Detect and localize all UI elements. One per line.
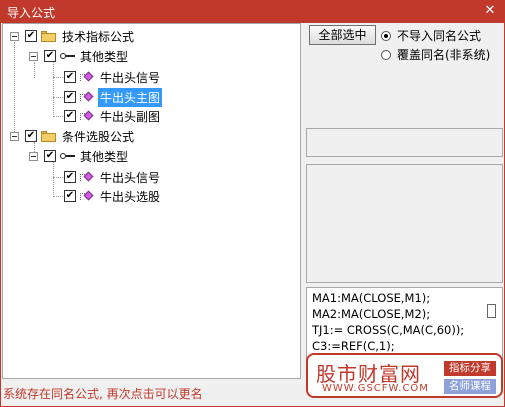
- code-line: TJ1:= CROSS(C,MA(C,60));: [312, 323, 465, 337]
- tree-node-other-types-2[interactable]: ✔ 其他类型: [29, 147, 130, 165]
- tree-label: 牛出头选股: [100, 189, 161, 204]
- close-icon[interactable]: ✕: [482, 3, 498, 19]
- tree-label: 牛出头信号: [100, 170, 161, 185]
- checkbox-stock-selection[interactable]: ✔: [25, 130, 37, 142]
- description-panel: [306, 164, 503, 283]
- name-field: [306, 128, 503, 157]
- tree-node-stock-selection[interactable]: ✔ 条件选股公式: [10, 127, 136, 145]
- checkbox-item[interactable]: ✔: [64, 171, 76, 183]
- checkbox-other-types-1[interactable]: ✔: [44, 50, 56, 62]
- watermark-tag-share: 指标分享: [444, 361, 496, 376]
- collapse-icon[interactable]: [29, 151, 38, 161]
- formula-icon: [80, 110, 94, 122]
- checkbox-item[interactable]: ✔: [64, 71, 76, 83]
- checkbox-item[interactable]: ✔: [64, 91, 76, 103]
- checkbox-other-types-2[interactable]: ✔: [44, 150, 56, 162]
- window-title: 导入公式: [7, 6, 56, 20]
- radio-dot[interactable]: [381, 49, 391, 60]
- tree-label: 其他类型: [80, 49, 129, 64]
- radio-overwrite[interactable]: 覆盖同名(非系统): [381, 46, 490, 63]
- collapse-icon[interactable]: [10, 31, 19, 41]
- checkbox-item[interactable]: ✔: [64, 110, 76, 122]
- collapse-icon[interactable]: [10, 131, 19, 141]
- import-formula-dialog: 导入公式 ✕ ✔ 技术指标公式 ✔ 其他类型 ✔ 牛出头信号 ✔ 牛出头主图 ✔…: [0, 0, 505, 407]
- checkbox-item[interactable]: ✔: [64, 190, 76, 202]
- tree-label: 技术指标公式: [62, 29, 135, 44]
- folder-icon: [41, 130, 56, 142]
- watermark-url: WWW.GSCFW.COM: [322, 383, 429, 394]
- radio-no-import[interactable]: 不导入同名公式: [381, 27, 481, 44]
- tree-label: 其他类型: [80, 149, 129, 164]
- formula-icon: [80, 171, 94, 183]
- folder-icon: [41, 30, 56, 42]
- key-icon: [60, 152, 76, 160]
- radio-label: 覆盖同名(非系统): [397, 48, 491, 62]
- tree-item-signal-2[interactable]: ✔ 牛出头信号: [64, 168, 162, 186]
- formula-tree[interactable]: ✔ 技术指标公式 ✔ 其他类型 ✔ 牛出头信号 ✔ 牛出头主图 ✔ 牛出头副图: [2, 23, 301, 379]
- status-message: 系统存在同名公式, 再次点击可以更名: [3, 387, 203, 401]
- tree-item-sub-chart[interactable]: ✔ 牛出头副图: [64, 107, 162, 125]
- tree-node-other-types-1[interactable]: ✔ 其他类型: [29, 47, 130, 65]
- radio-label: 不导入同名公式: [397, 29, 482, 43]
- tree-label: 牛出头副图: [100, 109, 161, 124]
- formula-icon: [80, 91, 94, 103]
- tree-node-technical-indicators[interactable]: ✔ 技术指标公式: [10, 27, 136, 45]
- radio-dot-selected[interactable]: [381, 30, 391, 41]
- select-all-button[interactable]: 全部选中: [309, 25, 376, 45]
- code-line: MA2:MA(CLOSE,M2);: [312, 307, 431, 321]
- watermark-logo: 股市财富网 WWW.GSCFW.COM 指标分享 名师课程: [306, 353, 503, 398]
- code-line: MA1:MA(CLOSE,M1);: [312, 291, 431, 305]
- formula-icon: [80, 190, 94, 202]
- tree-item-main-chart[interactable]: ✔ 牛出头主图: [64, 87, 163, 107]
- tree-item-selection[interactable]: ✔ 牛出头选股: [64, 187, 162, 205]
- tree-label: 条件选股公式: [62, 129, 135, 144]
- code-line: C3:=REF(C,1);: [312, 339, 395, 353]
- watermark-tag-course: 名师课程: [444, 379, 496, 394]
- title-bar: 导入公式 ✕: [1, 1, 504, 23]
- checkbox-technical-indicators[interactable]: ✔: [25, 30, 37, 42]
- collapse-icon[interactable]: [29, 51, 38, 61]
- tree-item-signal-1[interactable]: ✔ 牛出头信号: [64, 68, 162, 86]
- formula-icon: [80, 71, 94, 83]
- scroll-thumb[interactable]: [487, 304, 496, 318]
- tree-label-selected: 牛出头主图: [98, 87, 163, 107]
- tree-label: 牛出头信号: [100, 70, 161, 85]
- key-icon: [60, 52, 76, 60]
